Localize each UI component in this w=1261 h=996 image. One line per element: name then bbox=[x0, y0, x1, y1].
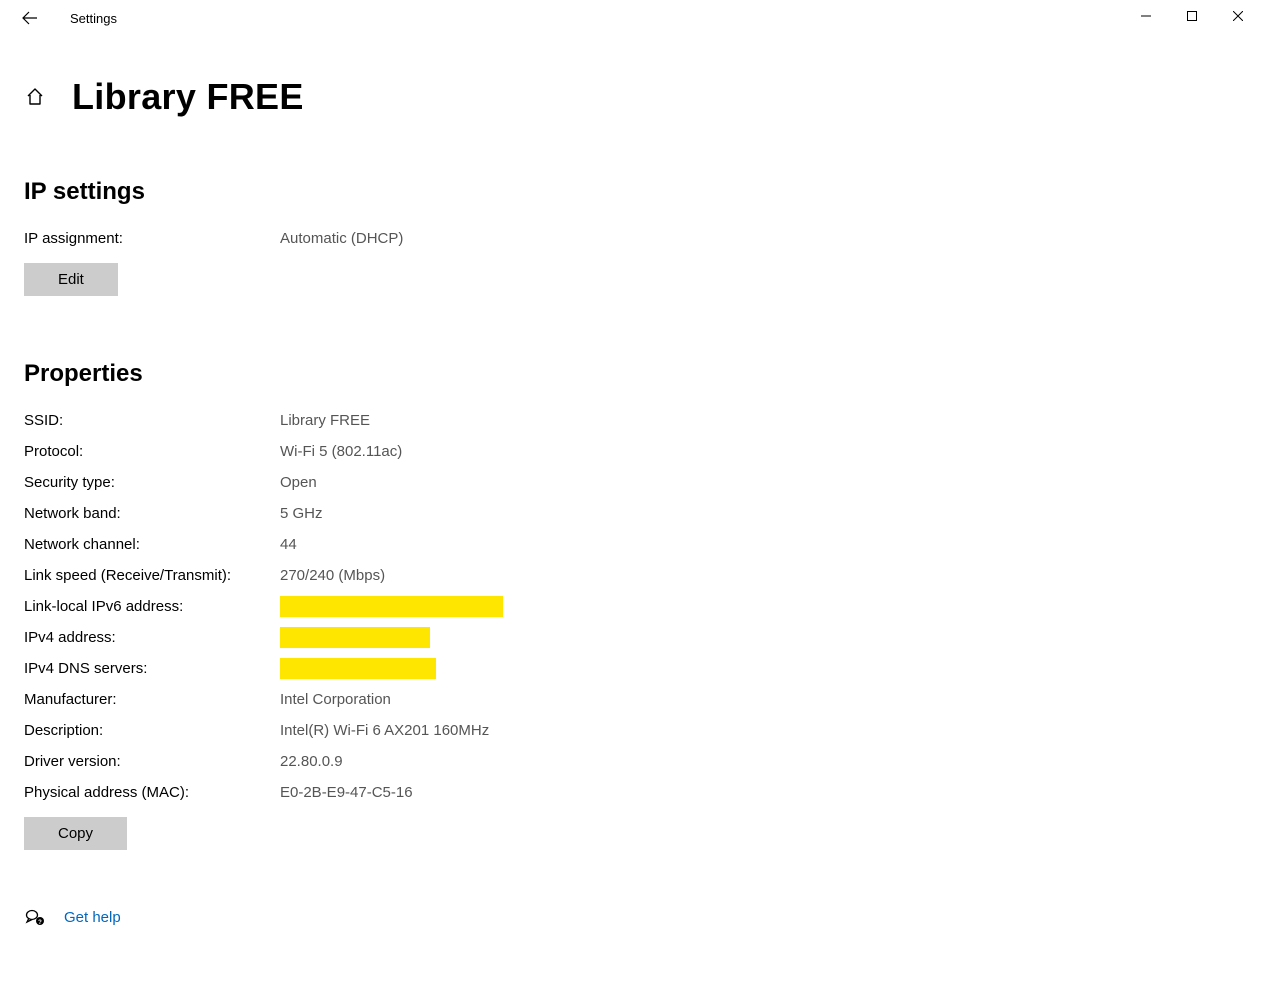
property-label: Protocol: bbox=[24, 441, 280, 462]
minimize-button[interactable] bbox=[1123, 0, 1169, 32]
property-row: Security type:Open bbox=[24, 472, 1237, 493]
redacted-value bbox=[280, 658, 436, 679]
property-row: Link-local IPv6 address: bbox=[24, 596, 1237, 617]
property-label: Network band: bbox=[24, 503, 280, 524]
property-value: Intel Corporation bbox=[280, 689, 391, 710]
back-button[interactable] bbox=[14, 2, 46, 34]
property-row: Manufacturer:Intel Corporation bbox=[24, 689, 1237, 710]
maximize-button[interactable] bbox=[1169, 0, 1215, 32]
property-value: Wi-Fi 5 (802.11ac) bbox=[280, 441, 402, 462]
property-label: Manufacturer: bbox=[24, 689, 280, 710]
property-label: SSID: bbox=[24, 410, 280, 431]
help-icon: ? bbox=[24, 906, 46, 928]
property-label: Network channel: bbox=[24, 534, 280, 555]
svg-text:?: ? bbox=[38, 920, 42, 926]
redacted-value bbox=[280, 596, 503, 617]
property-label: Driver version: bbox=[24, 751, 280, 772]
maximize-icon bbox=[1187, 11, 1197, 21]
property-row: Description:Intel(R) Wi-Fi 6 AX201 160MH… bbox=[24, 720, 1237, 741]
close-button[interactable] bbox=[1215, 0, 1261, 32]
get-help-link[interactable]: Get help bbox=[64, 909, 121, 926]
property-label: Physical address (MAC): bbox=[24, 782, 280, 803]
property-value: E0-2B-E9-47-C5-16 bbox=[280, 782, 413, 803]
property-row: Protocol:Wi-Fi 5 (802.11ac) bbox=[24, 441, 1237, 462]
property-row: Physical address (MAC):E0-2B-E9-47-C5-16 bbox=[24, 782, 1237, 803]
back-arrow-icon bbox=[22, 10, 38, 26]
copy-button[interactable]: Copy bbox=[24, 817, 127, 850]
property-value: 44 bbox=[280, 534, 297, 555]
ip-assignment-label: IP assignment: bbox=[24, 228, 280, 249]
property-value: 270/240 (Mbps) bbox=[280, 565, 385, 586]
property-value: Open bbox=[280, 472, 317, 493]
properties-header: Properties bbox=[24, 360, 1237, 388]
property-row: IPv4 DNS servers: bbox=[24, 658, 1237, 679]
window-title: Settings bbox=[70, 11, 117, 26]
property-label: Description: bbox=[24, 720, 280, 741]
property-row: Link speed (Receive/Transmit):270/240 (M… bbox=[24, 565, 1237, 586]
property-label: Security type: bbox=[24, 472, 280, 493]
property-label: IPv4 DNS servers: bbox=[24, 658, 280, 679]
property-label: Link-local IPv6 address: bbox=[24, 596, 280, 617]
property-label: Link speed (Receive/Transmit): bbox=[24, 565, 280, 586]
ip-settings-header: IP settings bbox=[24, 178, 1237, 206]
redacted-value bbox=[280, 627, 430, 648]
page-title: Library FREE bbox=[72, 76, 304, 118]
property-row: Network band:5 GHz bbox=[24, 503, 1237, 524]
ip-assignment-value: Automatic (DHCP) bbox=[280, 228, 403, 249]
property-value: 5 GHz bbox=[280, 503, 323, 524]
property-row: IPv4 address: bbox=[24, 627, 1237, 648]
property-label: IPv4 address: bbox=[24, 627, 280, 648]
property-row: Driver version:22.80.0.9 bbox=[24, 751, 1237, 772]
property-value: Library FREE bbox=[280, 410, 370, 431]
property-row: Network channel:44 bbox=[24, 534, 1237, 555]
home-icon bbox=[25, 87, 45, 107]
property-value: Intel(R) Wi-Fi 6 AX201 160MHz bbox=[280, 720, 489, 741]
property-value: 22.80.0.9 bbox=[280, 751, 343, 772]
home-button[interactable] bbox=[24, 86, 46, 108]
minimize-icon bbox=[1141, 11, 1151, 21]
close-icon bbox=[1233, 11, 1243, 21]
property-row: SSID:Library FREE bbox=[24, 410, 1237, 431]
edit-button[interactable]: Edit bbox=[24, 263, 118, 296]
